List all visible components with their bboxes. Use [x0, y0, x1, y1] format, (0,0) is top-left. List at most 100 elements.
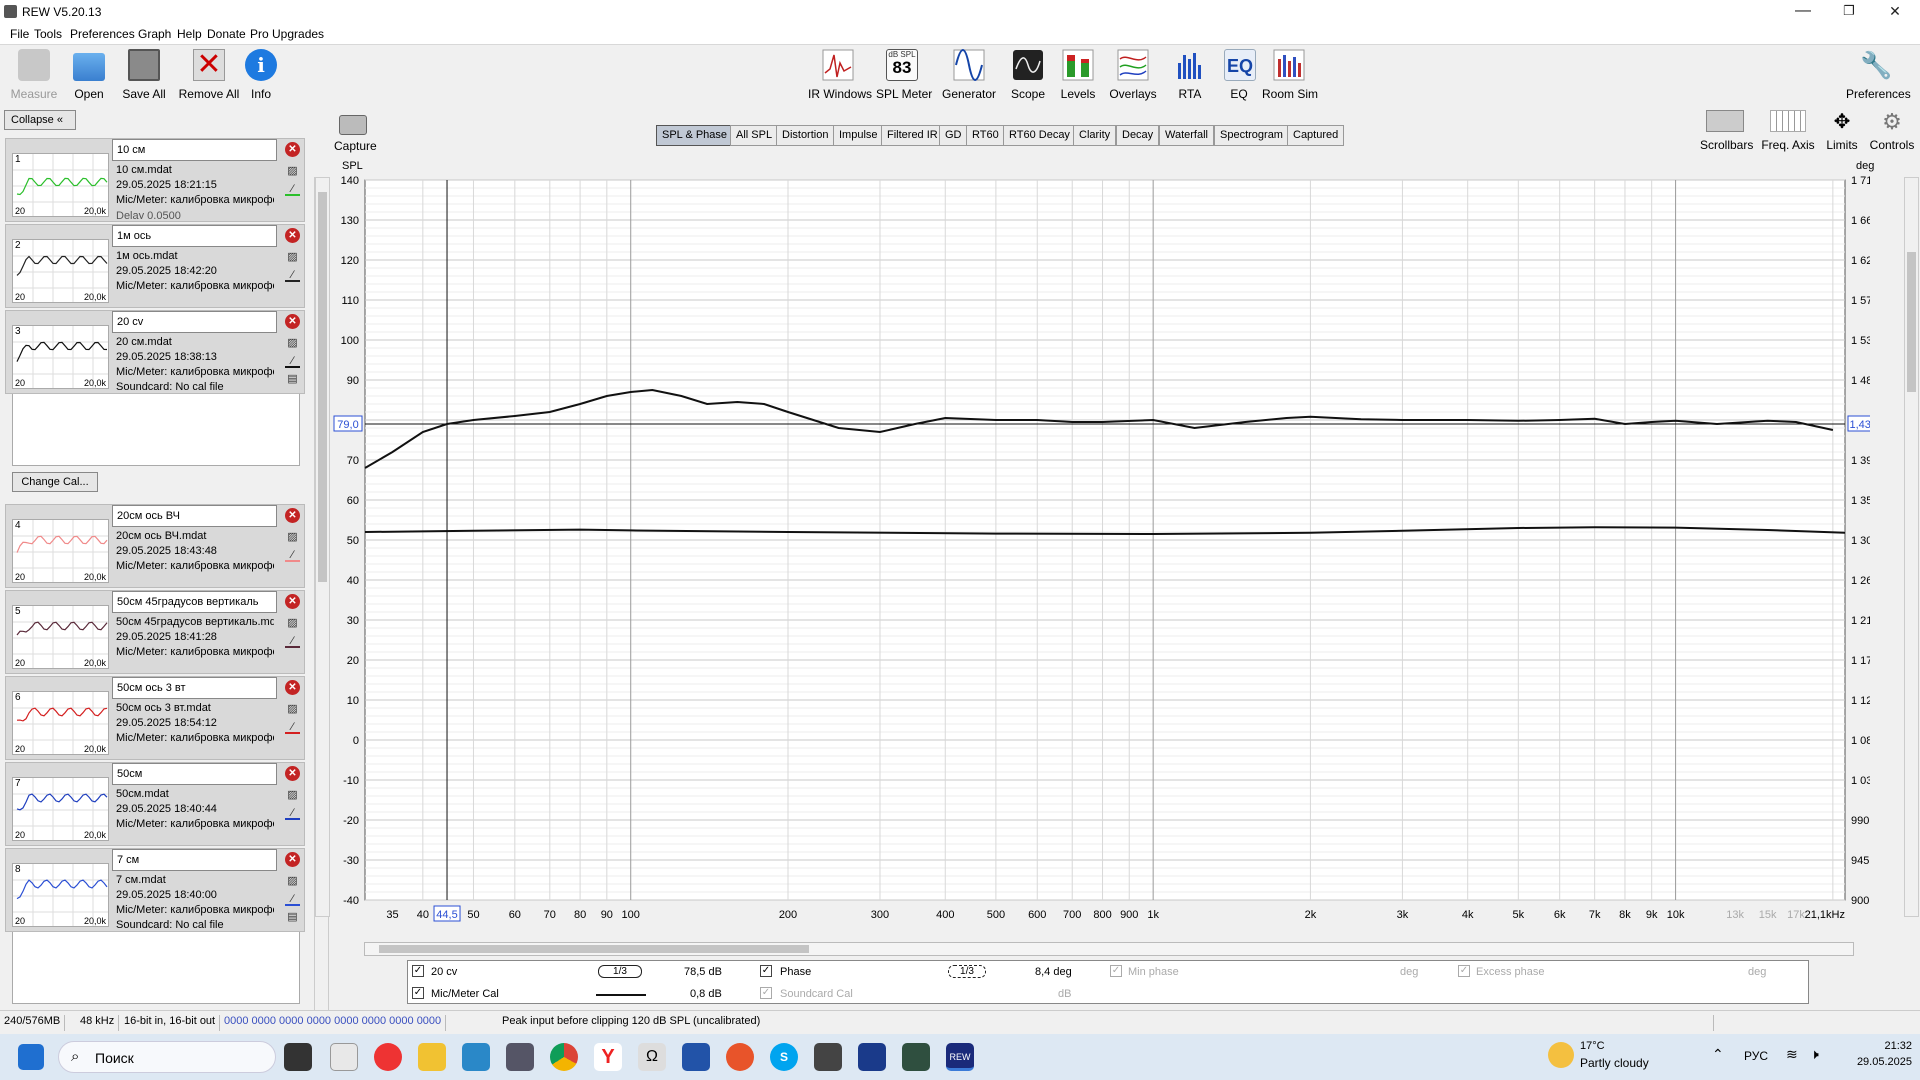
measurement-row[interactable]: 50см ось 3 вт ✕ 6 20 20,0k 50см ось 3 вт.mdat… [5, 676, 305, 760]
tab-all-spl[interactable]: All SPL [730, 125, 779, 146]
graph-horizontal-scrollbar[interactable] [364, 942, 1854, 956]
remove-all-button[interactable]: ✕ Remove All [178, 49, 240, 101]
measurement-row[interactable]: 20 cv ✕ 3 20 20,0k 20 см.mdat 29.05.2025 18:38… [5, 310, 305, 394]
trace-color-icon[interactable]: ∕ [285, 635, 300, 648]
menu-donate[interactable]: Donate [207, 27, 246, 41]
remove-measurement-icon[interactable]: ✕ [285, 594, 300, 609]
measurement-row[interactable]: 1м ось ✕ 2 20 20,0k 1м ось.mdat 29.05.2025 18:… [5, 224, 305, 308]
measurement-row[interactable]: 50см 45градусов вертикаль ✕ 5 20 20,0k 50см 4… [5, 590, 305, 674]
scroll-thumb[interactable] [379, 945, 809, 953]
calculator-icon[interactable] [506, 1043, 534, 1071]
measurement-name-field[interactable]: 7 см [112, 849, 277, 871]
tab-distortion[interactable]: Distortion [776, 125, 835, 146]
skype-icon[interactable]: S [770, 1043, 798, 1071]
overlays-button[interactable]: Overlays [1108, 49, 1158, 101]
remove-measurement-icon[interactable]: ✕ [285, 228, 300, 243]
measurement-thumbnail[interactable]: 1 20 20,0k [12, 153, 109, 217]
measurement-row[interactable]: 7 см ✕ 8 20 20,0k 7 см.mdat 29.05.2025 18:40:0… [5, 848, 305, 932]
menu-pro-upgrades[interactable]: Pro Upgrades [250, 27, 324, 41]
trace-color-icon[interactable]: ∕ [285, 549, 300, 562]
notes-icon[interactable]: ▤ [285, 911, 300, 924]
yandex-icon[interactable] [374, 1043, 402, 1071]
scope-button[interactable]: Scope [1010, 49, 1046, 101]
tab-rt60[interactable]: RT60 [966, 125, 1005, 146]
language-indicator[interactable]: РУС [1744, 1049, 1768, 1063]
remove-measurement-icon[interactable]: ✕ [285, 766, 300, 781]
measurement-settings-icon[interactable]: ▨ [285, 337, 300, 350]
firefox-icon[interactable] [726, 1043, 754, 1071]
start-button[interactable] [18, 1044, 44, 1070]
measurement-settings-icon[interactable]: ▨ [285, 789, 300, 802]
volume-icon[interactable]: 🕨 [1810, 1046, 1819, 1063]
tab-waterfall[interactable]: Waterfall [1159, 125, 1214, 146]
tab-spectrogram[interactable]: Spectrogram [1214, 125, 1289, 146]
save-all-button[interactable]: Save All [120, 49, 168, 101]
close-button[interactable]: ✕ [1872, 0, 1918, 24]
measurement-thumbnail[interactable]: 4 20 20,0k [12, 519, 109, 583]
spl-meter-button[interactable]: dB SPL 83 SPL Meter [876, 49, 932, 101]
graph-canvas[interactable]: 1401301201101009080706050403020100-10-20… [330, 175, 1885, 945]
open-button[interactable]: Open [68, 49, 110, 101]
notes-icon[interactable]: ▤ [285, 373, 300, 386]
tab-captured[interactable]: Captured [1287, 125, 1345, 146]
document-icon[interactable] [682, 1043, 710, 1071]
trace-color-icon[interactable]: ∕ [285, 183, 300, 196]
min-phase-checkbox[interactable]: ✓ [1110, 965, 1122, 977]
measurement-row[interactable]: 10 см ✕ 1 20 20,0k 10 см.mdat 29.05.2025 18:21… [5, 138, 305, 222]
tab-clarity[interactable]: Clarity [1073, 125, 1117, 146]
yandex-browser-icon[interactable]: Y [594, 1043, 622, 1071]
ir-windows-button[interactable]: IR Windows [808, 49, 872, 101]
scroll-thumb[interactable] [1907, 252, 1916, 392]
taskbar-search[interactable]: ⌕ Поиск [58, 1041, 276, 1073]
remove-measurement-icon[interactable]: ✕ [285, 142, 300, 157]
maximize-button[interactable]: ❐ [1826, 0, 1872, 24]
menu-file[interactable]: File [10, 27, 29, 41]
measurement-settings-icon[interactable]: ▨ [285, 531, 300, 544]
chrome-icon[interactable] [550, 1043, 578, 1071]
measurement-name-field[interactable]: 20см ось ВЧ [112, 505, 277, 527]
remove-measurement-icon[interactable]: ✕ [285, 314, 300, 329]
remove-measurement-icon[interactable]: ✕ [285, 852, 300, 867]
rta-button[interactable]: RTA [1174, 49, 1206, 101]
measurement-name-field[interactable]: 50см ось 3 вт [112, 677, 277, 699]
chevron-up-icon[interactable]: ⌃ [1712, 1046, 1724, 1063]
measurement-settings-icon[interactable]: ▨ [285, 165, 300, 178]
room-sim-button[interactable]: Room Sim [1262, 49, 1318, 101]
trace-color-icon[interactable]: ∕ [285, 893, 300, 906]
change-cal-button[interactable]: Change Cal... [12, 472, 98, 492]
measurement-row[interactable]: 20см ось ВЧ ✕ 4 20 20,0k 20см ось ВЧ.mdat 29.0… [5, 504, 305, 588]
smoothing-badge[interactable]: 1/3 [598, 965, 642, 978]
trace-color-icon[interactable]: ∕ [285, 269, 300, 282]
phase-smoothing-badge[interactable]: 1/3 [948, 965, 986, 978]
measurement-name-field[interactable]: 50см [112, 763, 277, 785]
soundcard-cal-checkbox[interactable]: ✓ [760, 987, 772, 999]
tab-rt60-decay[interactable]: RT60 Decay [1003, 125, 1076, 146]
capture-button[interactable]: Capture [334, 115, 377, 153]
measurement-row[interactable]: 50см ✕ 7 20 20,0k 50см.mdat 29.05.2025 18:40:4… [5, 762, 305, 846]
measurement-thumbnail[interactable]: 8 20 20,0k [12, 863, 109, 927]
character-map-icon[interactable]: Ω [638, 1043, 666, 1071]
terminal-icon[interactable] [902, 1043, 930, 1071]
measurement-thumbnail[interactable]: 3 20 20,0k [12, 325, 109, 389]
measurement-settings-icon[interactable]: ▨ [285, 875, 300, 888]
menu-graph[interactable]: Graph [138, 27, 171, 41]
scroll-thumb[interactable] [318, 192, 327, 582]
measurement-name-field[interactable]: 20 cv [112, 311, 277, 333]
levels-button[interactable]: Levels [1060, 49, 1096, 101]
audio-app-icon[interactable] [858, 1043, 886, 1071]
measure-button[interactable]: Measure [8, 49, 60, 101]
controls-button[interactable]: ⚙ Controls [1866, 110, 1918, 153]
measurement-name-field[interactable]: 1м ось [112, 225, 277, 247]
tab-spl-phase[interactable]: SPL & Phase [656, 125, 734, 146]
tab-decay[interactable]: Decay [1116, 125, 1160, 146]
tab-filtered-ir[interactable]: Filtered IR [881, 125, 944, 146]
file-explorer-icon[interactable] [418, 1043, 446, 1071]
generator-button[interactable]: Generator [940, 49, 998, 101]
measurement-settings-icon[interactable]: ▨ [285, 703, 300, 716]
measurement-thumbnail[interactable]: 7 20 20,0k [12, 777, 109, 841]
preferences-button[interactable]: 🔧 Preferences [1846, 49, 1911, 101]
menu-preferences[interactable]: Preferences [70, 27, 135, 41]
measurement-thumbnail[interactable]: 6 20 20,0k [12, 691, 109, 755]
scrollbars-button[interactable]: Scrollbars [1700, 110, 1753, 152]
photos-icon[interactable] [462, 1043, 490, 1071]
